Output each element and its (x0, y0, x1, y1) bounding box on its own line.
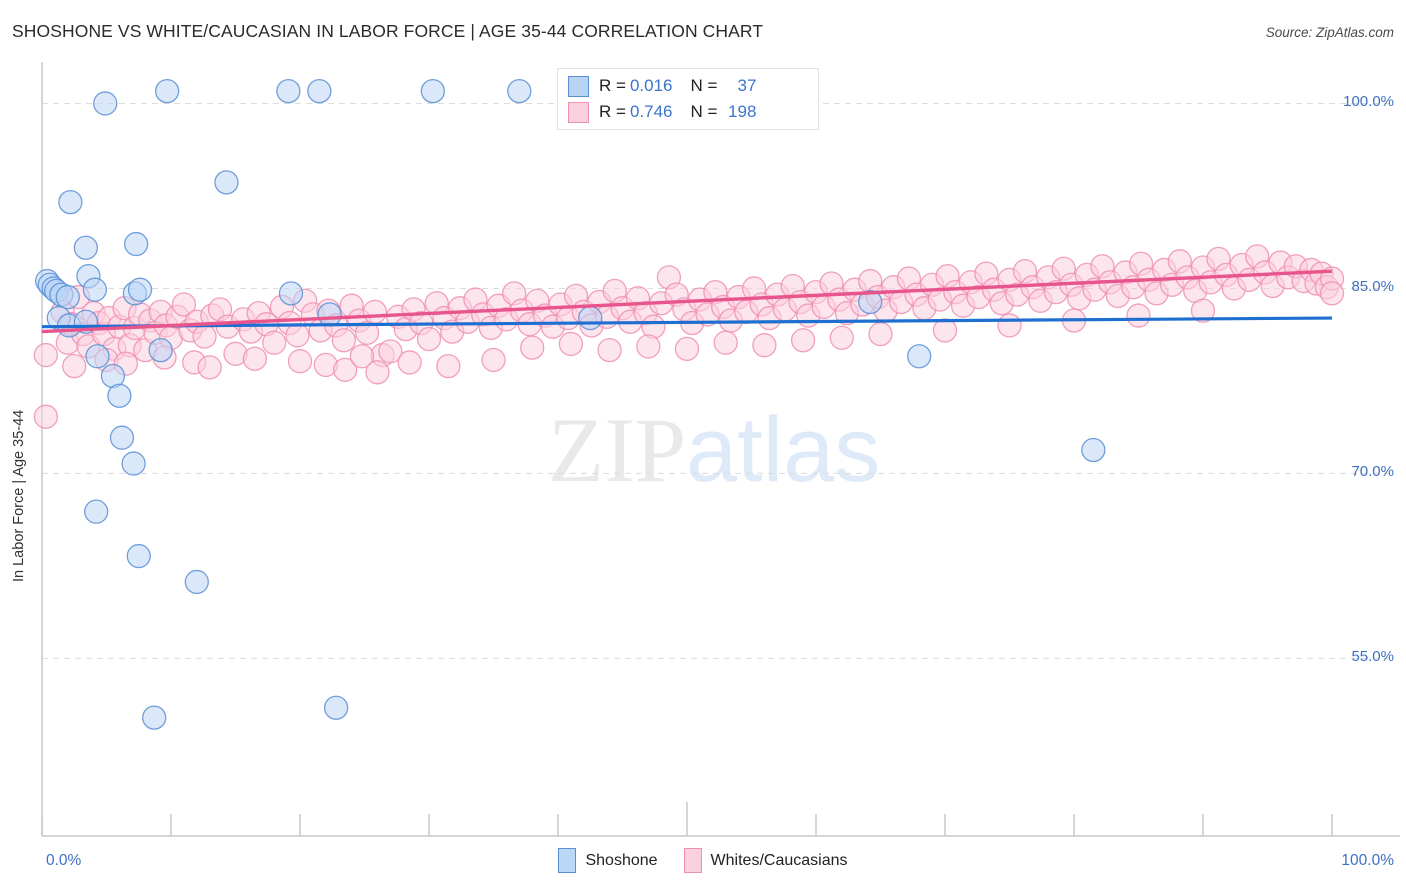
series-swatch-whites (683, 848, 702, 873)
scatter-plot-canvas (33, 62, 1400, 837)
stats-legend: R = 0.016 N = 37 R = 0.746 N = 198 (557, 68, 819, 130)
n-label-whites: N = (690, 102, 718, 121)
stats-legend-row-shoshone: R = 0.016 N = 37 (568, 73, 756, 99)
series-legend-item-whites[interactable]: Whites/Caucasians (683, 848, 848, 873)
series-swatch-shoshone (558, 848, 577, 873)
series-legend-item-shoshone[interactable]: Shoshone (558, 848, 658, 873)
y-tick-label-100: 100.0% (1343, 93, 1394, 111)
y-tick-label-70: 70.0% (1351, 463, 1394, 481)
r-label-whites: R = (599, 102, 626, 121)
series-label-whites: Whites/Caucasians (710, 851, 848, 869)
series-legend: Shoshone Whites/Caucasians (0, 848, 1406, 873)
legend-swatch-shoshone (568, 75, 589, 97)
legend-swatch-whites (568, 101, 589, 123)
n-value-shoshone: 37 (737, 76, 757, 95)
r-value-shoshone: 0.016 (629, 76, 673, 95)
correlation-chart: SHOSHONE VS WHITE/CAUCASIAN IN LABOR FOR… (0, 0, 1406, 892)
r-label-shoshone: R = (599, 76, 626, 95)
y-tick-label-55: 55.0% (1351, 648, 1394, 666)
stats-legend-row-whites: R = 0.746 N = 198 (568, 99, 756, 125)
n-label-shoshone: N = (690, 76, 718, 95)
y-tick-label-85: 85.0% (1351, 278, 1394, 296)
r-value-whites: 0.746 (629, 102, 673, 121)
series-label-shoshone: Shoshone (585, 851, 658, 869)
n-value-whites: 198 (728, 102, 757, 121)
